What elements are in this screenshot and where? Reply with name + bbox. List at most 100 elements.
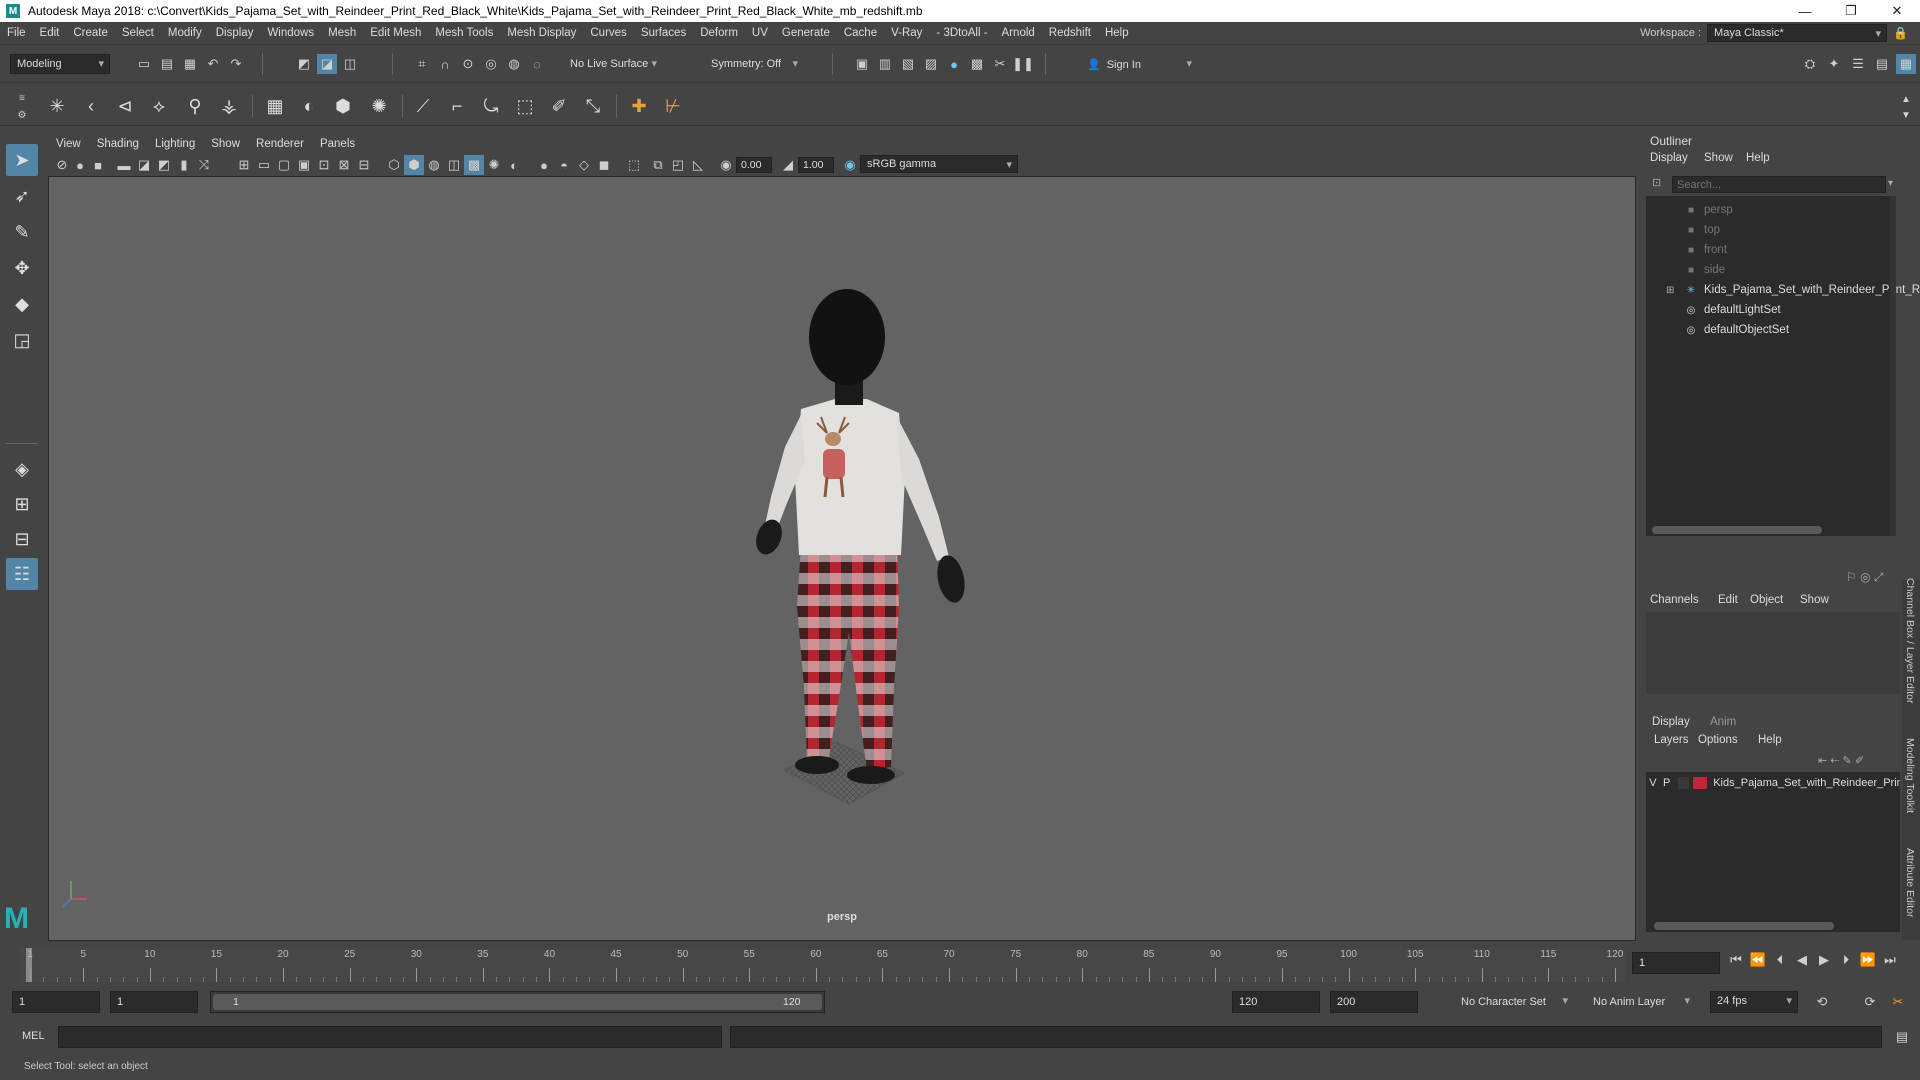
channel-box-tool-icons[interactable]: ⚐ ◎ ⤢ — [1846, 570, 1884, 585]
layer-horizontal-scrollbar[interactable] — [1654, 922, 1834, 930]
layer-visibility-toggle[interactable]: V — [1646, 777, 1660, 789]
redshift-ipr-icon[interactable]: ✂ — [990, 54, 1010, 74]
render-frame-icon[interactable]: ▥ — [875, 54, 895, 74]
layer-row[interactable]: V P Kids_Pajama_Set_with_Reindeer_Prin — [1646, 774, 1900, 792]
channel-box-layer-editor-tab[interactable]: Channel Box / Layer Editor — [1904, 578, 1916, 704]
rotate-tool-icon[interactable]: ◆ — [6, 288, 38, 320]
workspace-select[interactable]: Maya Classic* ▾ — [1707, 24, 1888, 42]
menu-edit-mesh[interactable]: Edit Mesh — [363, 27, 428, 39]
ik-handle-icon[interactable]: ⟡ — [146, 93, 172, 119]
select-tool-icon[interactable]: ➤ — [6, 144, 38, 176]
select-hierarchy-icon[interactable]: ◩ — [294, 54, 314, 74]
command-input[interactable] — [58, 1026, 722, 1048]
wireframe-icon[interactable]: ⬡ — [384, 155, 404, 175]
animation-end-field[interactable]: 200 — [1330, 991, 1418, 1013]
camera-attributes-icon[interactable]: ● — [70, 155, 90, 175]
layer-action-icons[interactable]: ⇤ ⇠ ✎ ✐ — [1818, 754, 1864, 767]
script-editor-icon[interactable]: ▤ — [1892, 1027, 1912, 1047]
snap-view-icon[interactable]: ◎ — [481, 54, 501, 74]
menu-mesh[interactable]: Mesh — [321, 27, 363, 39]
lasso-tool-icon[interactable]: ➶ — [6, 180, 38, 212]
menu-create[interactable]: Create — [66, 27, 115, 39]
tab-anim[interactable]: Anim — [1710, 716, 1736, 728]
field-chart-icon[interactable]: ⊡ — [314, 155, 334, 175]
menu-file[interactable]: File — [0, 27, 33, 39]
expand-icon[interactable]: ⊞ — [1666, 285, 1678, 296]
snap-live-icon[interactable]: ◌ — [527, 54, 547, 74]
mirror-joint-icon[interactable]: ⌐ — [444, 93, 470, 119]
anim-layer-dropdown[interactable]: No Anim Layer — [1580, 991, 1696, 1013]
film-gate-icon[interactable]: ▭ — [254, 155, 274, 175]
restore-button[interactable]: ❐ — [1828, 0, 1874, 22]
bookmarks-icon[interactable]: ■ — [88, 155, 108, 175]
2d-pan-zoom-icon[interactable]: ◪ — [134, 155, 154, 175]
menu-uv[interactable]: UV — [745, 27, 775, 39]
color-management-icon[interactable]: ◉ — [840, 155, 860, 175]
menu-select[interactable]: Select — [115, 27, 161, 39]
play-forwards-icon[interactable]: ▶ — [1814, 950, 1834, 970]
wireframe-on-shaded-icon[interactable]: ◍ — [424, 155, 444, 175]
bind-skin-icon[interactable]: ▦ — [262, 93, 288, 119]
gamma-field[interactable]: 1.00 — [798, 157, 834, 173]
symmetry-dropdown[interactable]: Symmetry: Off — [704, 54, 804, 74]
attribute-editor-tab[interactable]: Attribute Editor — [1904, 848, 1916, 917]
outliner-horizontal-scrollbar[interactable] — [1652, 526, 1822, 534]
go-to-end-icon[interactable]: ⏭ — [1880, 950, 1900, 970]
safe-action-icon[interactable]: ⊠ — [334, 155, 354, 175]
human-ik-icon[interactable]: ✦ — [1824, 54, 1844, 74]
orient-joint-icon[interactable]: ⤿ — [478, 93, 504, 119]
menu-surfaces[interactable]: Surfaces — [634, 27, 693, 39]
undo-icon[interactable]: ↶ — [203, 54, 223, 74]
snap-curve-icon[interactable]: ∩ — [435, 54, 455, 74]
menu-edit[interactable]: Edit — [33, 27, 67, 39]
scene-render[interactable] — [49, 177, 1636, 941]
outliner-layout-icon[interactable]: ☷ — [6, 558, 38, 590]
outliner-menu-help[interactable]: Help — [1746, 152, 1770, 164]
vp-menu-view[interactable]: View — [48, 138, 89, 150]
step-back-key-icon[interactable]: ⏴ — [1770, 950, 1790, 970]
outliner-vertical-scrollbar[interactable] — [1890, 196, 1896, 536]
textured-icon[interactable]: ◫ — [444, 155, 464, 175]
vp-menu-shading[interactable]: Shading — [89, 138, 147, 150]
outliner-item-persp[interactable]: ■ persp — [1684, 200, 1733, 220]
gate-mask-icon[interactable]: ▣ — [294, 155, 314, 175]
tool-settings-icon[interactable]: ▤ — [1872, 54, 1892, 74]
playback-start-field[interactable]: 1 — [110, 991, 198, 1013]
menu-windows[interactable]: Windows — [260, 27, 321, 39]
menu-mesh-display[interactable]: Mesh Display — [500, 27, 583, 39]
paint-weights-icon[interactable]: ⟋ — [410, 93, 436, 119]
close-button[interactable]: ✕ — [1874, 0, 1920, 22]
3d-viewport[interactable]: persp — [48, 176, 1636, 941]
menu-mesh-tools[interactable]: Mesh Tools — [428, 27, 500, 39]
grease-pencil-icon[interactable]: ◩ — [154, 155, 174, 175]
image-plane-icon[interactable]: ▬ — [114, 155, 134, 175]
outliner-item-default-light-set[interactable]: ◎ defaultLightSet — [1684, 300, 1781, 320]
animation-start-field[interactable]: 1 — [12, 991, 100, 1013]
step-forward-frame-icon[interactable]: ⏩ — [1858, 950, 1878, 970]
command-language-label[interactable]: MEL — [22, 1030, 45, 1042]
snap-point-icon[interactable]: ⊙ — [458, 54, 478, 74]
layer-type-toggle[interactable] — [1677, 777, 1690, 789]
select-object-icon[interactable]: ◪ — [317, 54, 337, 74]
menu-modify[interactable]: Modify — [161, 27, 209, 39]
outliner-item-front[interactable]: ■ front — [1684, 240, 1727, 260]
outliner-item-default-object-set[interactable]: ◎ defaultObjectSet — [1684, 320, 1789, 340]
live-surface-field[interactable]: No Live Surface — [563, 54, 663, 74]
gamma-icon[interactable]: ◢ — [778, 155, 798, 175]
layers-menu[interactable]: Layers — [1654, 734, 1689, 746]
object-menu[interactable]: Object — [1750, 594, 1783, 606]
outliner-item-top[interactable]: ■ top — [1684, 220, 1720, 240]
isolate-select-icon[interactable]: ◼ — [594, 155, 614, 175]
xray-components-icon[interactable]: ◰ — [668, 155, 688, 175]
sign-in-dropdown[interactable]: 👤 Sign In — [1080, 54, 1198, 74]
outliner-search-input[interactable] — [1672, 176, 1886, 193]
exposure-icon[interactable]: ◉ — [716, 155, 736, 175]
channels-menu[interactable]: Channels — [1650, 594, 1699, 606]
attribute-editor-icon[interactable]: ☰ — [1848, 54, 1868, 74]
vp-menu-renderer[interactable]: Renderer — [248, 138, 312, 150]
motion-blur-icon[interactable]: ● — [534, 155, 554, 175]
menu-deform[interactable]: Deform — [693, 27, 745, 39]
hypershade-icon[interactable]: ● — [944, 54, 964, 74]
grid-toggle-icon[interactable]: ⊞ — [234, 155, 254, 175]
use-all-lights-icon[interactable]: ▩ — [464, 155, 484, 175]
